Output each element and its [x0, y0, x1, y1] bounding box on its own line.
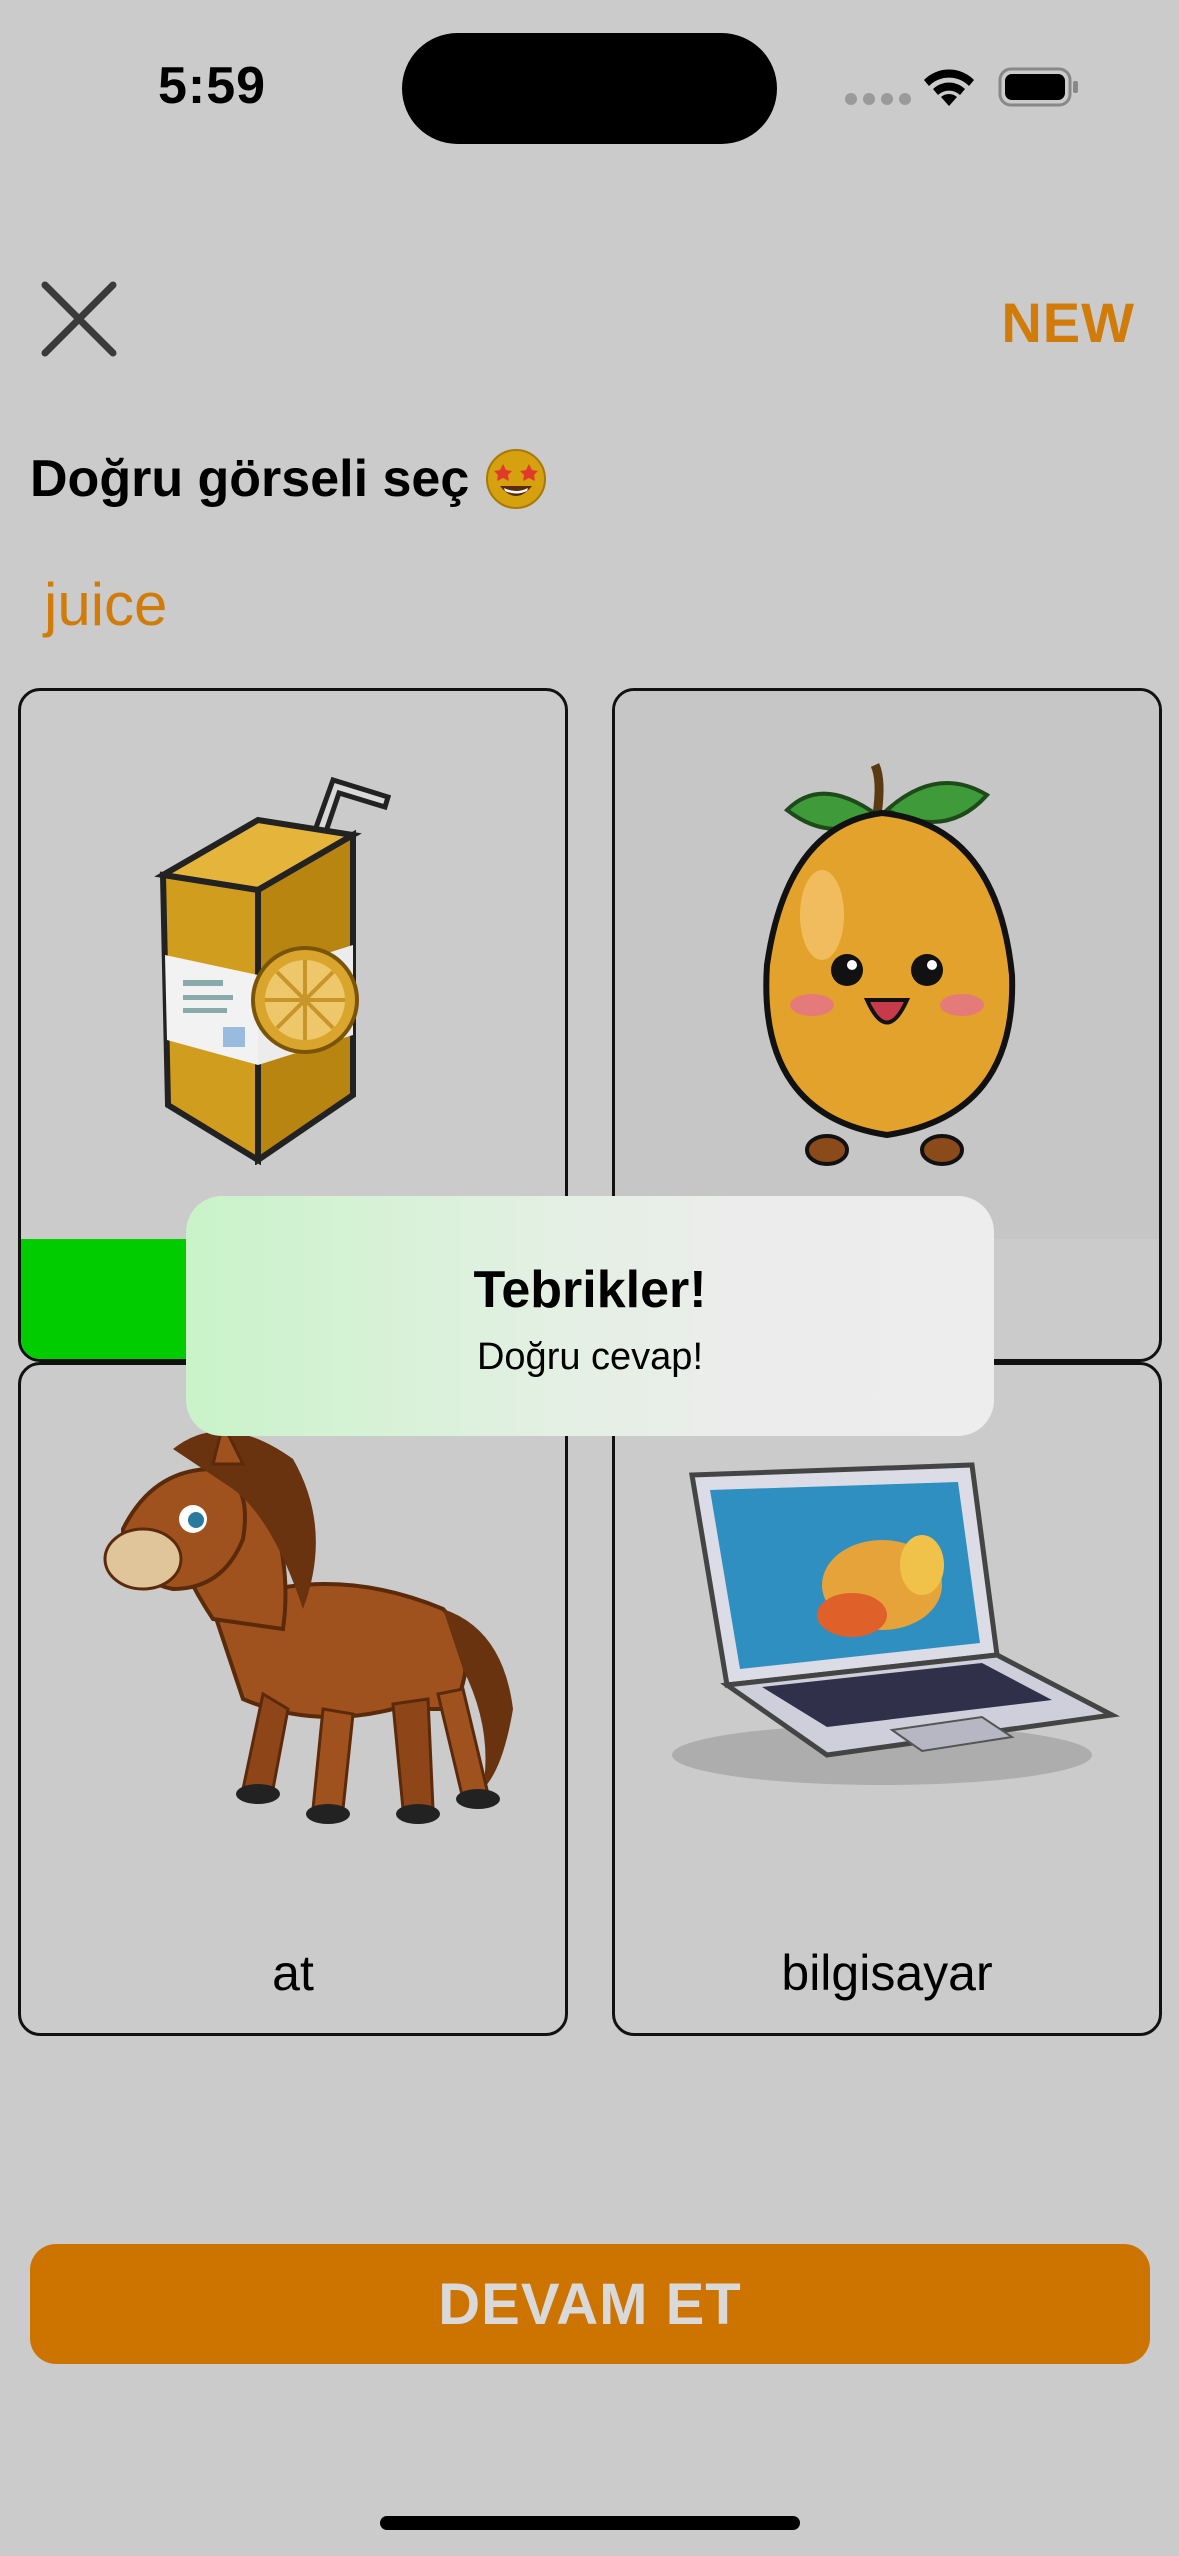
- option-card-laptop[interactable]: bilgisayar: [612, 1362, 1162, 2036]
- feedback-toast: Tebrikler! Doğru cevap!: [186, 1196, 994, 1436]
- continue-button[interactable]: DEVAM ET: [30, 2244, 1150, 2364]
- orange-character-image: [615, 691, 1159, 1239]
- toast-title: Tebrikler!: [473, 1260, 707, 1319]
- juice-box-image: [21, 691, 565, 1239]
- target-word: juice: [44, 571, 168, 638]
- battery-icon: [998, 67, 1078, 107]
- quiz-screen: 5:59 NEW Doğru görseli seç juice at bilg…: [0, 0, 1179, 2556]
- laptop-image: [615, 1365, 1159, 1905]
- new-badge: NEW: [1001, 291, 1135, 354]
- close-button[interactable]: [36, 276, 122, 362]
- toast-message: Doğru cevap!: [476, 1335, 703, 1378]
- wifi-icon: [924, 69, 974, 106]
- status-time: 5:59: [158, 57, 267, 115]
- dynamic-island: [402, 33, 777, 144]
- prompt-text: Doğru görseli seç: [30, 450, 470, 508]
- horse-image: [21, 1365, 565, 1913]
- home-indicator[interactable]: [380, 2516, 800, 2530]
- option-caption: bilgisayar: [781, 1945, 993, 2001]
- option-caption: at: [272, 1945, 314, 2001]
- question-prompt: Doğru görseli seç: [30, 448, 547, 510]
- option-card-horse[interactable]: at: [18, 1362, 568, 2036]
- cellular-signal-icon: [845, 93, 911, 105]
- star-struck-emoji-icon: [486, 449, 547, 509]
- close-icon: [41, 281, 117, 357]
